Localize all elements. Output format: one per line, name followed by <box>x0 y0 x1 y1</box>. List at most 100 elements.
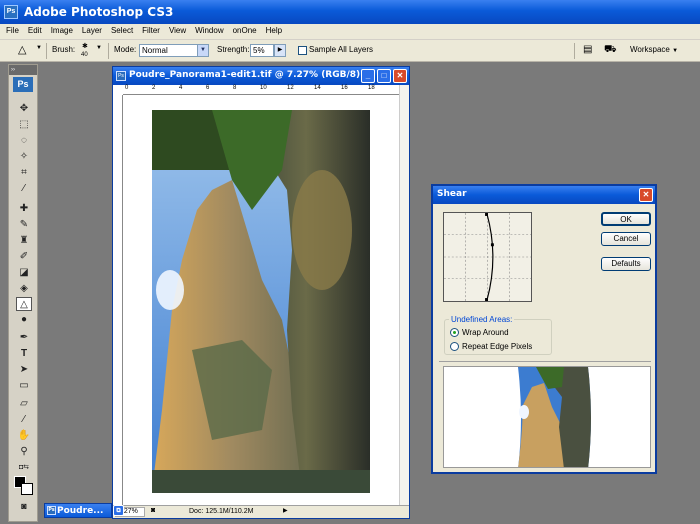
brush-tool-icon[interactable]: ✎ <box>16 218 32 232</box>
image-canvas[interactable] <box>124 96 399 505</box>
document-window[interactable]: Ps Poudre_Panorama1-edit1.tif @ 7.27% (R… <box>112 66 410 519</box>
ruler-mark: 12 <box>287 85 294 91</box>
ps-logo-icon[interactable]: Ps <box>13 77 33 92</box>
shear-preview-image <box>518 367 591 467</box>
vertical-scrollbar[interactable] <box>399 85 409 505</box>
preset-chevron-down-icon[interactable]: ▼ <box>36 45 42 51</box>
ruler-mark: 2 <box>152 85 156 91</box>
repeat-edge-pixels-label[interactable]: Repeat Edge Pixels <box>462 342 532 351</box>
path-selection-tool-icon[interactable]: ➤ <box>16 363 32 377</box>
history-brush-tool-icon[interactable]: ✐ <box>16 250 32 264</box>
wrap-around-label[interactable]: Wrap Around <box>462 328 509 337</box>
cancel-button[interactable]: Cancel <box>601 232 651 246</box>
menu-edit[interactable]: Edit <box>22 24 45 35</box>
quick-mask-icon[interactable]: ◙ <box>16 499 32 513</box>
menu-file[interactable]: File <box>0 24 22 35</box>
toolbox-grip[interactable]: ›› <box>9 65 37 75</box>
blur-smudge-tool-icon[interactable]: △ <box>16 297 32 311</box>
strength-input[interactable]: 5% <box>250 44 274 57</box>
document-title: Poudre_Panorama1-edit1.tif @ 7.27% (RGB/… <box>129 70 361 80</box>
shear-title: Shear <box>437 189 467 199</box>
magic-wand-tool-icon[interactable]: ✧ <box>16 150 32 164</box>
eraser-tool-icon[interactable]: ◪ <box>16 266 32 280</box>
eyedropper-slice-tool-icon[interactable]: ⁄ <box>16 182 32 196</box>
marquee-tool-icon[interactable]: ⬚ <box>16 118 32 132</box>
restore-window-icon[interactable]: ⧉ <box>113 505 124 516</box>
smudge-tool-preset-icon[interactable]: △ <box>18 43 26 56</box>
ruler-mark: 6 <box>206 85 210 91</box>
navigator-icon[interactable]: ◙ <box>151 507 155 514</box>
default-colors-icon[interactable]: ◘⇆ <box>16 461 32 475</box>
workspace-label: Workspace <box>630 45 670 54</box>
eyedropper-tool-icon[interactable]: ⁄ <box>16 413 32 427</box>
mode-chevron-down-icon: ▼ <box>197 45 208 56</box>
workspace-button[interactable]: Workspace ▼ <box>630 45 678 54</box>
menu-select[interactable]: Select <box>105 24 136 35</box>
doc-size-info[interactable]: Doc: 125.1M/110.2M <box>189 508 253 515</box>
crop-tool-icon[interactable]: ⌗ <box>16 166 32 180</box>
close-button[interactable]: ✕ <box>393 69 407 83</box>
status-menu-arrow-icon[interactable]: ▶ <box>283 507 291 517</box>
menu-onone[interactable]: onOne <box>227 24 260 35</box>
background-color-swatch[interactable] <box>21 483 33 495</box>
dodge-tool-icon[interactable]: ● <box>16 313 32 327</box>
minimize-button[interactable]: _ <box>361 69 375 83</box>
menu-image[interactable]: Image <box>45 24 76 35</box>
undefined-areas-label: Undefined Areas: <box>449 315 515 324</box>
mode-label: Mode: <box>114 45 137 54</box>
menu-view[interactable]: View <box>163 24 189 35</box>
menu-window[interactable]: Window <box>189 24 226 35</box>
strength-slider-arrow-icon[interactable]: ▶ <box>274 44 286 57</box>
horizontal-ruler[interactable]: 0 2 4 6 8 10 12 14 16 18 <box>123 85 399 95</box>
ruler-mark: 8 <box>233 85 237 91</box>
clone-stamp-tool-icon[interactable]: ♜ <box>16 234 32 248</box>
shear-preview <box>443 366 651 468</box>
pen-tool-icon[interactable]: ✒ <box>16 331 32 345</box>
paint-bucket-tool-icon[interactable]: ◈ <box>16 282 32 296</box>
options-bar: △ ▼ Brush: ✱ 40 ▼ Mode: Normal ▼ Strengt… <box>0 40 700 62</box>
divider <box>46 43 47 59</box>
minimized-document-window[interactable]: Ps Poudre... ⧉ <box>44 503 124 518</box>
shear-curve-grid[interactable] <box>443 212 532 302</box>
move-tool-icon[interactable]: ✥ <box>16 102 32 116</box>
zoom-tool-icon[interactable]: ⚲ <box>16 445 32 459</box>
sample-all-layers-checkbox[interactable] <box>298 46 307 55</box>
repeat-edge-pixels-radio[interactable] <box>450 342 459 351</box>
shear-dialog[interactable]: Shear ✕ OK Cancel Defaults Undefined Are… <box>431 184 657 474</box>
menu-layer[interactable]: Layer <box>76 24 105 35</box>
wrap-around-radio[interactable] <box>450 328 459 337</box>
type-tool-icon[interactable]: T <box>16 347 32 361</box>
brush-chevron-down-icon[interactable]: ▼ <box>96 45 102 51</box>
photoshop-logo-icon: Ps <box>4 5 18 19</box>
ok-button[interactable]: OK <box>601 212 651 226</box>
divider <box>108 43 109 59</box>
ruler-mark: 14 <box>314 85 321 91</box>
document-titlebar[interactable]: Ps Poudre_Panorama1-edit1.tif @ 7.27% (R… <box>113 67 409 85</box>
shear-titlebar[interactable]: Shear ✕ <box>433 186 655 204</box>
sample-all-layers-label: Sample All Layers <box>309 45 374 54</box>
brush-label: Brush: <box>52 45 76 54</box>
maximize-button[interactable]: □ <box>377 69 391 83</box>
strength-label: Strength: <box>217 45 250 54</box>
lasso-tool-icon[interactable]: ◌ <box>16 134 32 148</box>
undefined-areas-group: Undefined Areas: Wrap Around Repeat Edge… <box>444 315 552 355</box>
shear-close-button[interactable]: ✕ <box>639 188 653 202</box>
menu-filter[interactable]: Filter <box>136 24 163 35</box>
divider <box>439 361 651 362</box>
vertical-ruler[interactable] <box>113 95 123 505</box>
notes-tool-icon[interactable]: ▱ <box>16 397 32 411</box>
shape-tool-icon[interactable]: ▭ <box>16 379 32 393</box>
menu-help[interactable]: Help <box>260 24 285 35</box>
brush-size: 40 <box>81 52 88 58</box>
hand-tool-icon[interactable]: ✋ <box>16 429 32 443</box>
defaults-button[interactable]: Defaults <box>601 257 651 271</box>
mode-select[interactable]: Normal ▼ <box>139 44 209 57</box>
healing-brush-tool-icon[interactable]: ✚ <box>16 202 32 216</box>
app-titlebar: Ps Adobe Photoshop CS3 <box>0 0 700 24</box>
minimized-title: Poudre... <box>57 506 104 516</box>
bridge-icon[interactable]: ⛟ <box>604 44 617 57</box>
file-browser-icon[interactable]: ▤ <box>583 44 592 55</box>
minimized-ps-icon: Ps <box>47 506 56 515</box>
brush-preview-icon[interactable]: ✱ <box>82 42 88 50</box>
workspace-chevron-down-icon: ▼ <box>672 48 679 54</box>
